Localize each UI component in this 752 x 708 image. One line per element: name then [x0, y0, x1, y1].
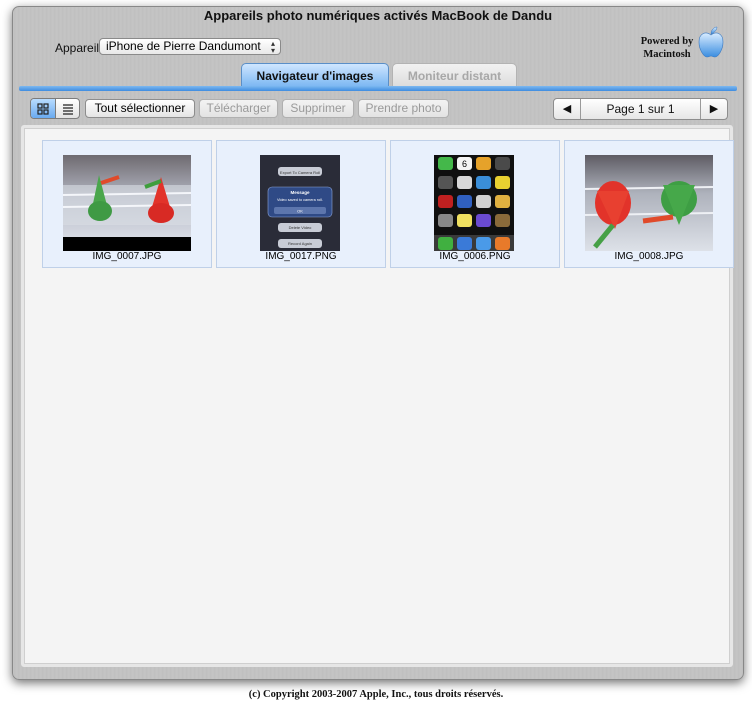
image-filename: IMG_0008.JPG — [614, 251, 684, 262]
main-window: Appareils photo numériques activés MacBo… — [12, 6, 744, 680]
device-label: Appareil — [55, 41, 100, 55]
image-browser-area: IMG_0007.JPG Export To Camera Roll Messa… — [21, 125, 734, 667]
iphone-dialog-screenshot: Export To Camera Roll Message Video save… — [260, 155, 340, 251]
calendar-day: 6 — [462, 159, 467, 169]
iphone-home-screenshot: 6 — [434, 155, 514, 251]
image-thumbnail[interactable]: Export To Camera Roll Message Video save… — [216, 140, 386, 268]
next-page-button[interactable]: ▶ — [700, 99, 727, 119]
tab-image-browser-label: Navigateur d'images — [256, 69, 374, 83]
powered-by-line2: Macintosh — [643, 49, 691, 60]
delete-video-button: Delete Video — [289, 225, 313, 230]
pager: ◀ Page 1 sur 1 ▶ — [553, 98, 728, 120]
toolbar: Tout sélectionner Télécharger Supprimer … — [13, 97, 743, 121]
chevron-updown-icon: ▴ ▾ — [270, 39, 275, 55]
record-again-button: Record Again — [288, 241, 312, 246]
list-view-icon — [63, 103, 73, 115]
copyright-text: (c) Copyright 2003-2007 Apple, Inc., tou… — [248, 689, 504, 700]
grid-view-icon — [37, 102, 49, 115]
tab-remote-monitor[interactable]: Moniteur distant — [392, 63, 517, 87]
view-mode-control — [30, 98, 80, 119]
delete-button[interactable]: Supprimer — [282, 99, 354, 118]
device-select-value: iPhone de Pierre Dandumont — [106, 39, 261, 53]
download-button[interactable]: Télécharger — [199, 99, 278, 118]
image-filename: IMG_0006.PNG — [439, 251, 511, 262]
dialog-ok-button: OK — [297, 209, 303, 214]
photo-green-red-figures — [63, 155, 191, 251]
tab-remote-monitor-label: Moniteur distant — [407, 69, 502, 83]
export-button-text: Export To Camera Roll — [280, 170, 320, 175]
image-filename: IMG_0017.PNG — [265, 251, 337, 262]
apple-logo-icon — [698, 26, 724, 58]
dialog-message: Video saved to camera roll. — [277, 198, 323, 202]
arrow-right-icon: ▶ — [709, 103, 719, 115]
arrow-left-icon: ◀ — [562, 103, 572, 115]
previous-page-button[interactable]: ◀ — [554, 99, 581, 119]
dialog-title: Message — [290, 190, 310, 195]
window-title: Appareils photo numériques activés MacBo… — [203, 8, 553, 23]
tab-image-browser[interactable]: Navigateur d'images — [241, 63, 389, 87]
grid-view-button[interactable] — [31, 99, 56, 118]
device-select[interactable]: iPhone de Pierre Dandumont ▴ ▾ — [99, 38, 281, 55]
take-photo-button[interactable]: Prendre photo — [358, 99, 449, 118]
page-indicator: Page 1 sur 1 — [606, 102, 675, 116]
image-filename: IMG_0007.JPG — [92, 251, 162, 262]
powered-by-line1: Powered by — [640, 36, 694, 47]
select-all-button[interactable]: Tout sélectionner — [85, 99, 195, 118]
image-thumbnail[interactable]: IMG_0008.JPG — [564, 140, 734, 268]
list-view-button[interactable] — [56, 99, 79, 118]
image-thumbnail[interactable]: 6 IMG_0006.PNG — [390, 140, 560, 268]
photo-red-green-figures — [585, 155, 713, 251]
image-thumbnail[interactable]: IMG_0007.JPG — [42, 140, 212, 268]
tab-underline — [19, 86, 737, 91]
powered-by-text: Powered by Macintosh — [633, 35, 701, 61]
